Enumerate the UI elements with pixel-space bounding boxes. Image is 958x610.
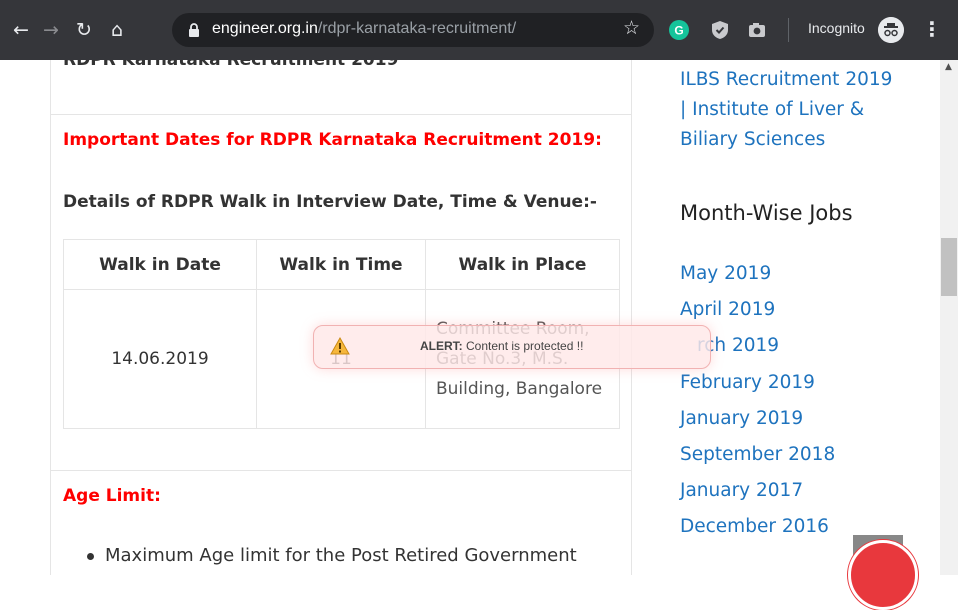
toolbar-separator [788, 18, 789, 42]
header-walk-in-date: Walk in Date [63, 239, 257, 290]
alert-message: ALERT: Content is protected !! [420, 339, 583, 353]
home-icon[interactable]: ⌂ [104, 17, 130, 43]
lock-icon [189, 23, 199, 37]
details-heading: Details of RDPR Walk in Interview Date, … [63, 192, 597, 212]
divider [51, 114, 631, 115]
header-walk-in-time: Walk in Time [256, 239, 426, 290]
month-link[interactable]: May 2019 [680, 256, 835, 292]
floating-action-button[interactable] [848, 540, 918, 610]
incognito-icon[interactable] [878, 17, 904, 43]
url-path: /rdpr-karnataka-recruitment/ [317, 20, 517, 37]
month-link[interactable]: January 2017 [680, 473, 835, 509]
month-list: May 2019 April 2019 rch 2019 February 20… [680, 256, 835, 546]
forward-arrow-icon[interactable]: → [38, 17, 64, 43]
alert-body: Content is protected !! [462, 339, 584, 353]
age-limit-heading: Age Limit: [63, 486, 161, 506]
list-item: Maximum Age limit for the Post Retired G… [87, 545, 577, 566]
month-link[interactable]: February 2019 [680, 365, 835, 401]
page-scrollbar[interactable]: ▲ [940, 60, 958, 575]
place-line: Building, Bangalore [436, 379, 603, 399]
table-header-row: Walk in Date Walk in Time Walk in Place [63, 239, 620, 290]
camera-icon[interactable] [746, 19, 768, 41]
ilbs-link[interactable]: ILBS Recruitment 2019 | Institute of Liv… [680, 65, 910, 155]
shield-icon[interactable] [709, 19, 731, 41]
month-link[interactable]: January 2019 [680, 401, 835, 437]
article-column: RDPR Karnataka Recruitment 2019 Importan… [50, 60, 632, 575]
previous-title: RDPR Karnataka Recruitment 2019 [63, 60, 399, 70]
scrollbar-thumb[interactable] [941, 238, 957, 296]
ilbs-link-line[interactable]: Biliary Sciences [680, 125, 910, 155]
content-protected-alert: ALERT: Content is protected !! [313, 325, 711, 369]
month-link[interactable]: December 2016 [680, 509, 835, 545]
svg-text:G: G [674, 24, 683, 38]
back-arrow-icon[interactable]: ← [8, 17, 34, 43]
header-walk-in-place: Walk in Place [425, 239, 620, 290]
bookmark-star-icon[interactable]: ☆ [623, 17, 640, 39]
grammarly-icon[interactable]: G [668, 19, 690, 41]
month-link[interactable]: September 2018 [680, 437, 835, 473]
divider [51, 470, 631, 471]
cell-date: 14.06.2019 [63, 289, 257, 429]
month-wise-jobs-title: Month-Wise Jobs [680, 201, 853, 225]
browser-toolbar: ← → ↻ ⌂ engineer.org.in/rdpr-karnataka-r… [0, 0, 958, 60]
url-domain: engineer.org.in [212, 20, 318, 37]
dates-heading: Important Dates for RDPR Karnataka Recru… [63, 130, 602, 150]
address-bar[interactable]: engineer.org.in/rdpr-karnataka-recruitme… [172, 13, 654, 47]
reload-icon[interactable]: ↻ [71, 17, 97, 43]
scroll-up-arrow-icon[interactable]: ▲ [945, 62, 952, 72]
ilbs-link-line[interactable]: ILBS Recruitment 2019 [680, 65, 910, 95]
ilbs-link-line[interactable]: | Institute of Liver & [680, 95, 910, 125]
incognito-label[interactable]: Incognito [808, 20, 865, 36]
month-link[interactable]: April 2019 [680, 292, 835, 328]
web-page: RDPR Karnataka Recruitment 2019 Importan… [0, 60, 940, 575]
url-text: engineer.org.in/rdpr-karnataka-recruitme… [212, 20, 516, 38]
warning-icon [330, 337, 350, 355]
alert-prefix: ALERT: [420, 339, 463, 353]
menu-dots-icon[interactable]: ⋮ [922, 17, 942, 41]
